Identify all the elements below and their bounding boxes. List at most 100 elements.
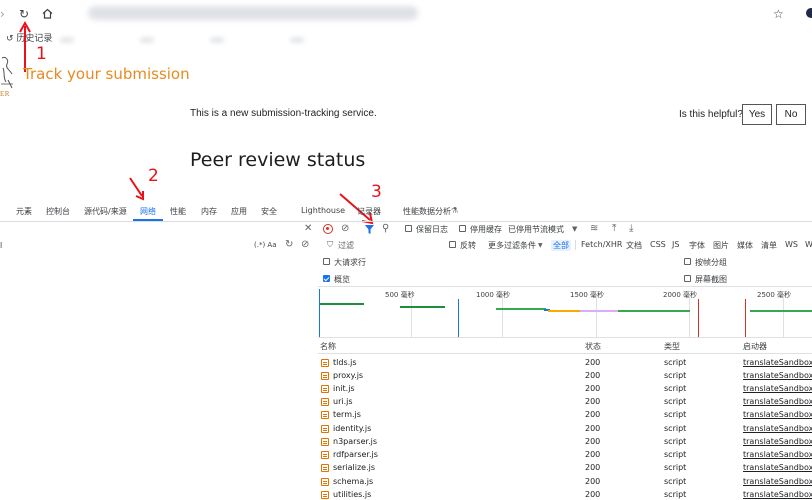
request-status: 200 bbox=[585, 437, 601, 446]
disable-cache-checkbox[interactable] bbox=[459, 225, 466, 232]
tab-console[interactable]: 控制台 bbox=[46, 206, 70, 217]
filter-type-manifest[interactable]: 清单 bbox=[759, 240, 779, 251]
filter-type-img[interactable]: 图片 bbox=[711, 240, 731, 251]
close-icon[interactable]: ✕ bbox=[304, 224, 312, 234]
request-type: script bbox=[664, 450, 687, 459]
wifi-icon[interactable]: ≋ bbox=[590, 224, 598, 234]
request-initiator-link[interactable]: translateSandbox.h bbox=[743, 490, 812, 499]
page-title: Peer review status bbox=[190, 149, 366, 171]
clear-icon[interactable]: ⊘ bbox=[341, 224, 349, 234]
column-header-name[interactable]: 名称 bbox=[320, 341, 336, 352]
regex-toggle-icon[interactable]: (.*) Aa bbox=[254, 241, 277, 249]
filter-type-js[interactable]: JS bbox=[670, 240, 681, 249]
active-tab-indicator bbox=[133, 219, 163, 221]
invert-checkbox[interactable] bbox=[449, 241, 456, 248]
request-status: 200 bbox=[585, 463, 601, 472]
group-by-frame-label: 按帧分组 bbox=[695, 258, 727, 267]
timeline-tick-1500: 1500 毫秒 bbox=[570, 291, 605, 299]
blurred-bookmark bbox=[60, 37, 74, 43]
filter-type-css[interactable]: CSS bbox=[648, 240, 668, 249]
filter-icon: ⛉ bbox=[327, 240, 333, 249]
annotation-arrow-2 bbox=[129, 177, 144, 201]
request-type: script bbox=[664, 371, 687, 380]
tab-recorder[interactable]: 记录器 bbox=[357, 206, 381, 217]
script-file-icon bbox=[321, 491, 329, 499]
filter-type-wasm[interactable]: W bbox=[803, 240, 812, 249]
tab-performance-insights[interactable]: 性能数据分析 bbox=[403, 206, 451, 217]
request-status: 200 bbox=[585, 371, 601, 380]
reload-icon[interactable]: ↻ bbox=[19, 7, 29, 21]
group-by-frame-checkbox[interactable] bbox=[684, 258, 691, 265]
filter-type-font[interactable]: 字体 bbox=[687, 240, 707, 251]
yes-button[interactable]: Yes bbox=[742, 104, 772, 125]
timeline-request-bar bbox=[496, 308, 546, 310]
request-initiator-link[interactable]: translateSandbox.h bbox=[743, 477, 812, 486]
filter-type-doc[interactable]: 文档 bbox=[624, 240, 644, 251]
timeline-dcl-marker bbox=[458, 299, 459, 337]
refresh-icon[interactable]: ↻ bbox=[285, 240, 293, 250]
back-arrow-icon[interactable]: › bbox=[0, 7, 5, 21]
blurred-bookmark bbox=[290, 37, 304, 43]
filter-type-ws[interactable]: WS bbox=[783, 240, 800, 249]
tab-application[interactable]: 应用 bbox=[231, 206, 247, 217]
more-filters-dropdown[interactable]: 更多过滤条件 bbox=[488, 240, 536, 251]
request-initiator-link[interactable]: translateSandbox.h bbox=[743, 410, 812, 419]
home-icon[interactable] bbox=[42, 8, 53, 19]
profile-avatar[interactable] bbox=[806, 8, 812, 18]
no-button[interactable]: No bbox=[776, 104, 806, 125]
throttling-select[interactable]: 已停用节流模式 bbox=[508, 224, 564, 235]
tab-network[interactable]: 网络 bbox=[140, 206, 156, 217]
tab-lighthouse[interactable]: Lighthouse bbox=[301, 206, 345, 215]
request-name: init.js bbox=[333, 384, 355, 393]
upload-icon[interactable]: ⤒ bbox=[612, 224, 616, 234]
screenshots-checkbox[interactable] bbox=[684, 275, 691, 282]
script-file-icon bbox=[321, 359, 329, 367]
script-file-icon bbox=[321, 478, 329, 486]
script-file-icon bbox=[321, 372, 329, 380]
search-icon[interactable]: ⚲ bbox=[382, 224, 389, 234]
filter-type-all[interactable]: 全部 bbox=[551, 240, 571, 251]
annotation-number-1: 1 bbox=[36, 44, 47, 64]
star-icon[interactable]: ☆ bbox=[773, 7, 784, 21]
annotation-number-3: 3 bbox=[371, 182, 382, 202]
request-initiator-link[interactable]: translateSandbox.h bbox=[743, 437, 812, 446]
request-initiator-link[interactable]: translateSandbox.h bbox=[743, 397, 812, 406]
record-button[interactable] bbox=[323, 224, 333, 234]
tab-security[interactable]: 安全 bbox=[261, 206, 277, 217]
tab-memory[interactable]: 内存 bbox=[201, 206, 217, 217]
filter-type-media[interactable]: 媒体 bbox=[735, 240, 755, 251]
overview-checkbox[interactable] bbox=[323, 275, 330, 282]
filter-type-fetch-xhr[interactable]: Fetch/XHR bbox=[579, 240, 624, 249]
request-initiator-link[interactable]: translateSandbox.h bbox=[743, 358, 812, 367]
request-initiator-link[interactable]: translateSandbox.h bbox=[743, 424, 812, 433]
request-initiator-link[interactable]: translateSandbox.h bbox=[743, 463, 812, 472]
tab-sources[interactable]: 源代码/来源 bbox=[84, 206, 127, 217]
screenshots-label: 屏幕截图 bbox=[695, 275, 727, 284]
chevron-down-icon: ▼ bbox=[572, 225, 578, 233]
request-type: script bbox=[664, 384, 687, 393]
request-type: script bbox=[664, 437, 687, 446]
big-request-rows-checkbox[interactable] bbox=[323, 258, 330, 265]
clear-search-icon[interactable]: ⊘ bbox=[301, 240, 309, 250]
column-header-type[interactable]: 类型 bbox=[664, 341, 680, 352]
download-icon[interactable]: ⤓ bbox=[629, 224, 633, 234]
address-bar[interactable] bbox=[88, 6, 418, 20]
blurred-bookmark bbox=[210, 37, 224, 43]
preserve-log-checkbox[interactable] bbox=[405, 225, 412, 232]
request-initiator-link[interactable]: translateSandbox.h bbox=[743, 384, 812, 393]
request-name: utilities.js bbox=[333, 490, 372, 499]
timeline-end-marker bbox=[745, 299, 746, 337]
tab-elements[interactable]: 元素 bbox=[16, 206, 32, 217]
timeline-grid-line bbox=[596, 297, 597, 337]
chevron-down-icon: ▼ bbox=[538, 242, 543, 249]
column-header-status[interactable]: 状态 bbox=[585, 341, 601, 352]
logo-text: ER bbox=[0, 90, 10, 98]
timeline-grid-line bbox=[689, 297, 690, 337]
filter-funnel-icon[interactable] bbox=[365, 225, 374, 234]
request-initiator-link[interactable]: translateSandbox.h bbox=[743, 450, 812, 459]
request-name: term.js bbox=[333, 410, 361, 419]
tab-performance[interactable]: 性能 bbox=[170, 206, 186, 217]
request-initiator-link[interactable]: translateSandbox.h bbox=[743, 371, 812, 380]
column-header-initiator[interactable]: 启动器 bbox=[743, 341, 767, 352]
filter-input[interactable]: 过滤 bbox=[338, 240, 354, 251]
